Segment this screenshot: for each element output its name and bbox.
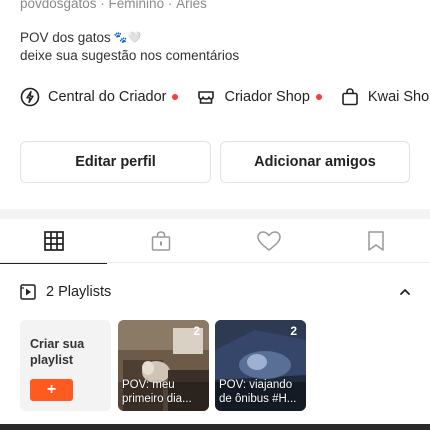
create-playlist-button[interactable]: +	[30, 379, 73, 401]
tab-saved[interactable]	[323, 219, 430, 263]
profile-bio: POV dos gatos 🐾🤍 deixe sua sugestão nos …	[20, 29, 239, 65]
section-divider	[0, 209, 430, 219]
bio-line-1: POV dos gatos	[20, 30, 111, 45]
profile-meta: povdosgatos · Feminino · Áries	[20, 0, 207, 11]
link-kwai-shop[interactable]: Kwai Sho	[340, 87, 429, 107]
playlists-header[interactable]: 2 Playlists	[20, 280, 412, 304]
creator-links-row: Central do Criador Criador Shop Kwai Sho	[20, 86, 430, 108]
store-icon	[198, 91, 215, 104]
playlist-caption: POV: meu primeiro dia...	[122, 379, 192, 405]
link-label: Kwai Sho	[367, 89, 430, 105]
bookmark-icon	[368, 231, 384, 251]
grid-icon	[43, 231, 64, 251]
notification-dot	[172, 94, 179, 100]
playlist-card[interactable]: 2 POV: viajando de ônibus #H...	[215, 320, 306, 411]
add-friends-button[interactable]: Adicionar amigos	[220, 141, 410, 183]
video-grid-edge	[0, 424, 430, 430]
create-playlist-card[interactable]: Criar sua playlist +	[20, 320, 111, 411]
link-label: Criador Shop	[224, 89, 310, 105]
playlists-count-label: 2 Playlists	[46, 284, 112, 300]
bio-emoji: 🐾🤍	[113, 32, 142, 44]
tab-grid[interactable]	[0, 219, 108, 264]
heart-icon	[257, 231, 281, 251]
link-label: Central do Criador	[48, 89, 167, 105]
tab-private[interactable]	[108, 219, 216, 263]
edit-profile-button[interactable]: Editar perfil	[20, 141, 211, 183]
link-criador-shop[interactable]: Criador Shop	[196, 87, 322, 107]
shopping-bag-icon	[342, 88, 358, 106]
playlist-icon	[20, 284, 36, 300]
lock-bag-icon	[152, 231, 171, 251]
playlist-count: 2	[290, 324, 297, 338]
tabs-divider	[0, 262, 430, 263]
notification-dot	[315, 94, 322, 100]
chevron-up-icon[interactable]	[398, 285, 412, 299]
playlist-count: 2	[193, 324, 200, 338]
profile-tabs	[0, 219, 430, 264]
playlist-card[interactable]: 2 POV: meu primeiro dia...	[118, 320, 209, 411]
playlist-caption: POV: viajando de ônibus #H...	[219, 379, 297, 405]
tab-liked[interactable]	[215, 219, 323, 263]
create-playlist-label: Criar sua playlist	[30, 337, 85, 367]
lightning-circle-icon	[20, 87, 40, 107]
link-central-do-criador[interactable]: Central do Criador	[20, 87, 179, 107]
bio-line-2: deixe sua sugestão nos comentários	[20, 48, 240, 63]
